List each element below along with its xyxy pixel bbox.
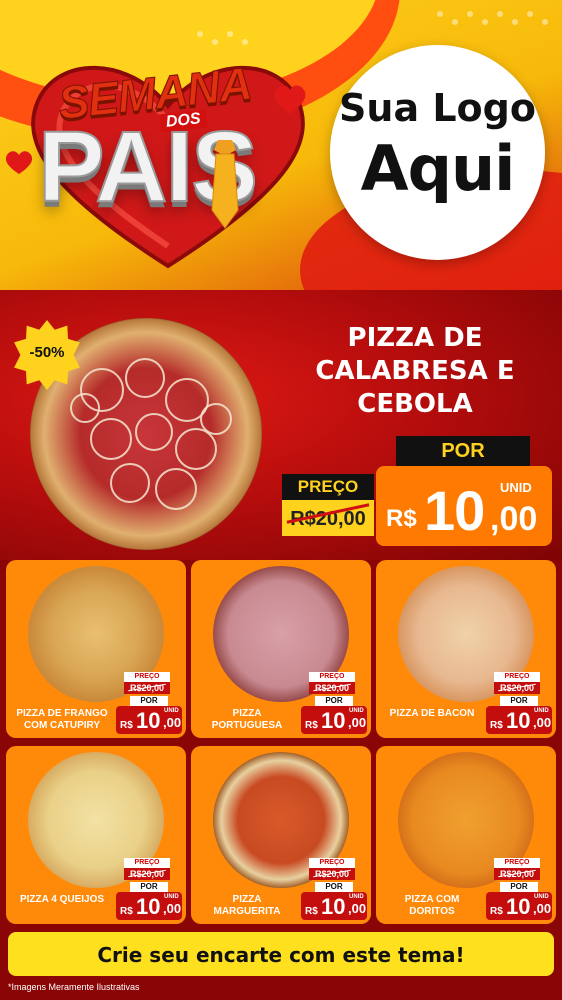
product-card: PIZZA MARGUERITA PREÇO R$20,00 POR R$ 10… <box>191 746 371 924</box>
product-card: PIZZA DE BACON PREÇO R$20,00 POR R$ 10 ,… <box>376 560 556 738</box>
unit-label: UNID <box>534 708 549 714</box>
price-decimal: ,00 <box>163 901 182 916</box>
price-decimal: ,00 <box>533 715 552 730</box>
product-name-line: MARGUERITA <box>213 906 281 917</box>
product-name: PIZZA DE FRANGO COM CATUPIRY <box>8 708 116 732</box>
product-card: PIZZA DE FRANGO COM CATUPIRY PREÇO R$20,… <box>6 560 186 738</box>
preco-label: PREÇO <box>124 858 170 868</box>
unit-label: UNID <box>349 894 364 900</box>
discount-label: -50% <box>29 344 65 361</box>
price-integer: 10 <box>506 708 531 733</box>
por-label: POR <box>396 436 530 466</box>
cta-text[interactable]: Crie seu encarte com este tema! <box>8 943 554 967</box>
product-name-line: COM CATUPIRY <box>23 720 101 731</box>
preco-label: PREÇO <box>124 672 170 682</box>
preco-label: PREÇO <box>309 672 355 682</box>
necktie-icon <box>211 140 239 229</box>
unit-label: UNID <box>349 708 364 714</box>
disclaimer: *Imagens Meramente Ilustrativas <box>8 982 140 992</box>
por-label: POR <box>500 882 538 892</box>
featured-product-name: PIZZA DE CALABRESA E CEBOLA <box>300 322 530 421</box>
price-decimal: ,00 <box>490 500 538 538</box>
product-card: PIZZA PORTUGUESA PREÇO R$20,00 POR R$ 10… <box>191 560 371 738</box>
product-name-line: PORTUGUESA <box>211 720 283 731</box>
product-card: PIZZA 4 QUEIJOS PREÇO R$20,00 POR R$ 10 … <box>6 746 186 924</box>
preco-label: PREÇO <box>494 858 540 868</box>
currency-label: R$ <box>120 906 133 917</box>
product-name-line: PIZZA <box>232 708 262 719</box>
product-name: PIZZA PORTUGUESA <box>193 708 301 732</box>
price-integer: 10 <box>321 708 346 733</box>
por-label: POR <box>500 696 538 706</box>
price-integer: 10 <box>136 708 161 733</box>
currency-label: R$ <box>305 906 318 917</box>
currency-label: R$ <box>386 505 417 532</box>
price-decimal: ,00 <box>348 715 367 730</box>
preco-label: PREÇO <box>309 858 355 868</box>
product-name-line: PIZZA COM <box>404 894 460 905</box>
product-name: PIZZA DE BACON <box>378 708 486 720</box>
product-name-line: PIZZA 4 QUEIJOS <box>19 894 105 905</box>
product-name-line: PIZZA DE BACON <box>389 708 475 719</box>
currency-label: R$ <box>490 720 503 731</box>
por-label: POR <box>315 882 353 892</box>
small-heart-icon <box>274 85 306 114</box>
price-decimal: ,00 <box>533 901 552 916</box>
unit-label: UNID <box>500 480 532 495</box>
unit-label: UNID <box>534 894 549 900</box>
price-integer: 10 <box>136 894 161 919</box>
por-label: POR <box>315 696 353 706</box>
product-name-line: PIZZA <box>232 894 262 905</box>
price-decimal: ,00 <box>348 901 367 916</box>
por-label: POR <box>130 882 168 892</box>
currency-label: R$ <box>120 720 133 731</box>
logo-text-line1: Sua Logo <box>339 86 536 130</box>
logo-text-line2: Aqui <box>360 132 516 205</box>
price-integer: 10 <box>424 479 485 542</box>
product-name: PIZZA 4 QUEIJOS <box>8 894 116 906</box>
featured-name-line: PIZZA DE <box>347 323 483 353</box>
currency-label: R$ <box>305 720 318 731</box>
unit-label: UNID <box>164 708 179 714</box>
price-integer: 10 <box>506 894 531 919</box>
product-card: PIZZA COM DORITOS PREÇO R$20,00 POR R$ 1… <box>376 746 556 924</box>
header-banner: SEMANA PAIS DOS Sua Logo Aqui <box>0 0 562 290</box>
price-integer: 10 <box>321 894 346 919</box>
product-name: PIZZA COM DORITOS <box>378 894 486 918</box>
featured-name-line: CEBOLA <box>357 389 473 419</box>
price-decimal: ,00 <box>163 715 182 730</box>
product-name: PIZZA MARGUERITA <box>193 894 301 918</box>
unit-label: UNID <box>164 894 179 900</box>
product-name-line: DORITOS <box>409 906 455 917</box>
small-heart-icon <box>5 151 33 174</box>
preco-label: PREÇO <box>282 474 374 500</box>
product-name-line: PIZZA DE FRANGO <box>16 708 108 719</box>
preco-label: PREÇO <box>494 672 540 682</box>
por-label: POR <box>130 696 168 706</box>
featured-name-line: CALABRESA E <box>315 356 515 386</box>
currency-label: R$ <box>490 906 503 917</box>
